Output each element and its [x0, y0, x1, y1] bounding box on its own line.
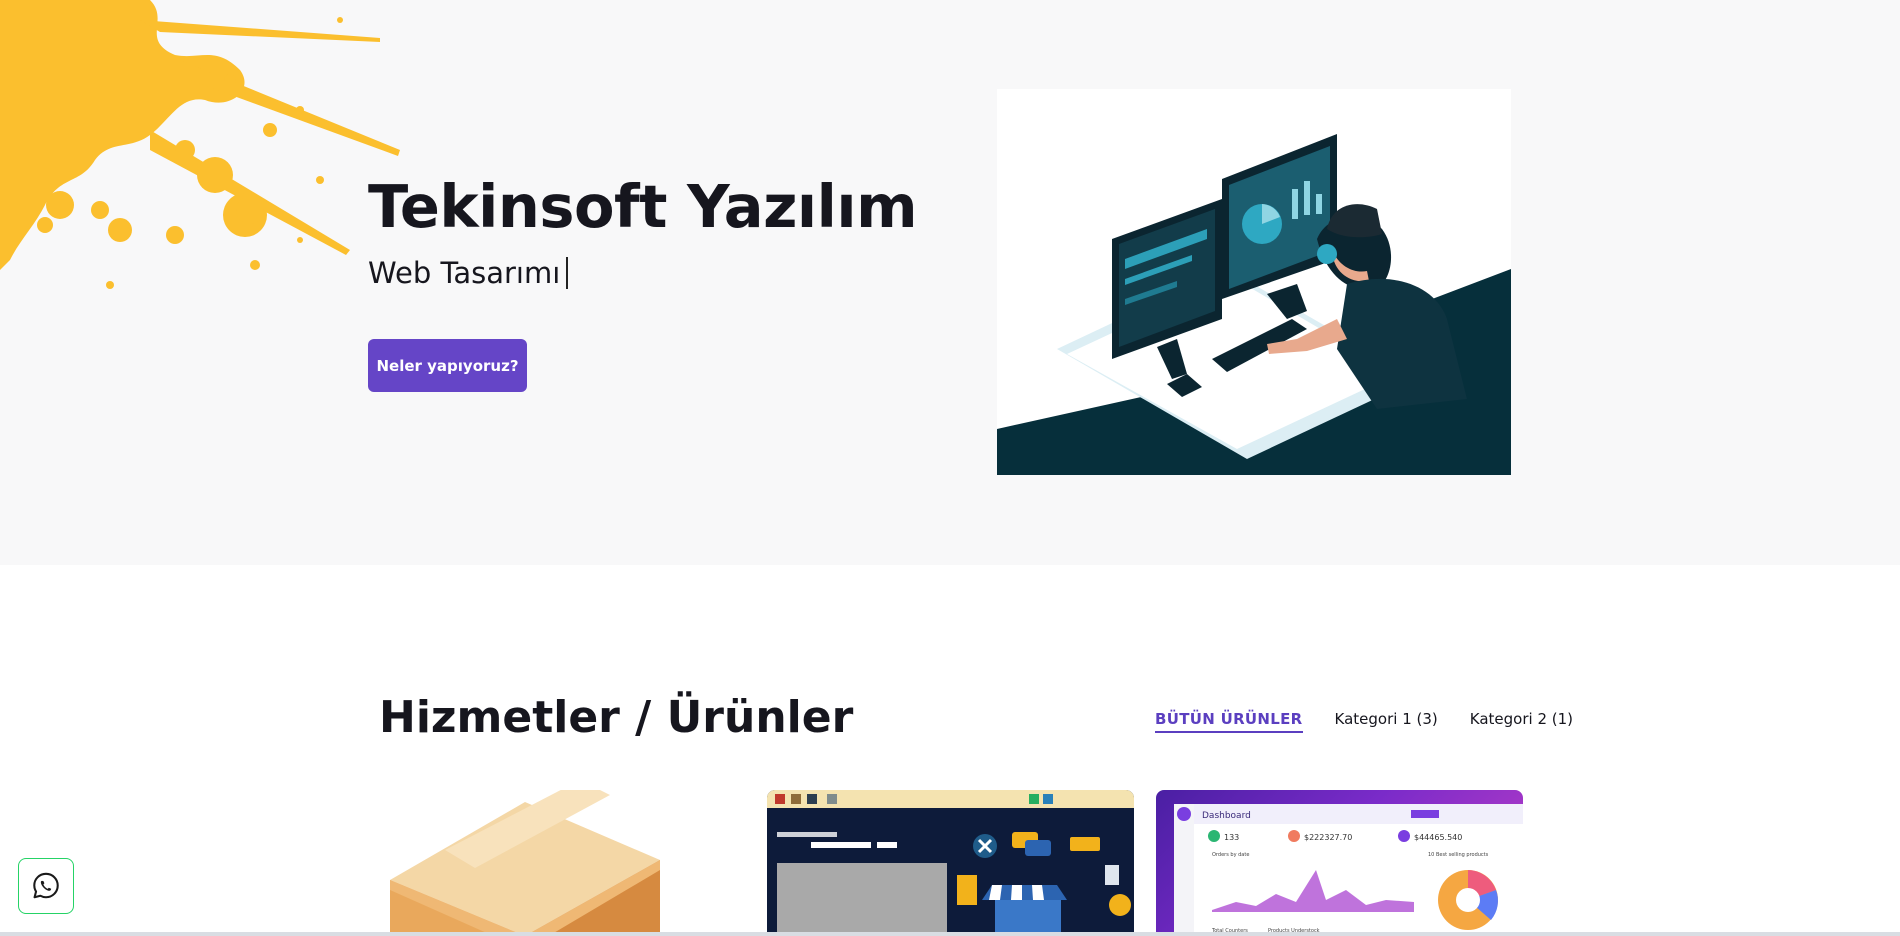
typed-text: Web Tasarımı	[368, 256, 561, 290]
stat-profit: $44465.540	[1414, 833, 1462, 842]
pos-shop-screenshot	[767, 790, 1134, 936]
dashboard-heading: Dashboard	[1202, 811, 1251, 821]
hero-section: Tekinsoft Yazılım Web Tasarımı Neler yap…	[0, 0, 1900, 565]
paint-splash-decoration	[0, 0, 400, 289]
chart-title-best-selling: 10 Best selling products	[1428, 852, 1489, 858]
developer-illustration	[997, 89, 1511, 475]
filter-category-2[interactable]: Kategori 2 (1)	[1470, 710, 1573, 733]
dashboard-screenshot: Dashboard 133 $222327.70 $44465.540 Orde…	[1174, 804, 1523, 936]
whatsapp-icon	[33, 872, 59, 899]
what-we-do-button[interactable]: Neler yapıyoruz?	[368, 339, 527, 392]
hero-title: Tekinsoft Yazılım	[368, 172, 918, 241]
section-title: Hizmetler / Ürünler	[379, 692, 854, 743]
product-card[interactable]	[767, 790, 1134, 936]
stat-orders: 133	[1224, 833, 1239, 842]
stat-revenue: $222327.70	[1304, 833, 1352, 842]
filter-all-products[interactable]: BÜTÜN ÜRÜNLER	[1155, 710, 1303, 733]
filter-category-1[interactable]: Kategori 1 (3)	[1335, 710, 1438, 733]
product-card[interactable]: Dashboard 133 $222327.70 $44465.540 Orde…	[1156, 790, 1523, 936]
category-filters: BÜTÜN ÜRÜNLER Kategori 1 (3) Kategori 2 …	[1155, 710, 1573, 733]
typing-caret	[566, 257, 569, 289]
cardboard-box-image	[390, 790, 660, 936]
bottom-border	[0, 932, 1900, 936]
product-card[interactable]	[380, 790, 745, 936]
whatsapp-button[interactable]	[18, 858, 74, 914]
chart-title-orders: Orders by date	[1212, 852, 1249, 858]
hero-subtitle: Web Tasarımı	[368, 256, 569, 290]
